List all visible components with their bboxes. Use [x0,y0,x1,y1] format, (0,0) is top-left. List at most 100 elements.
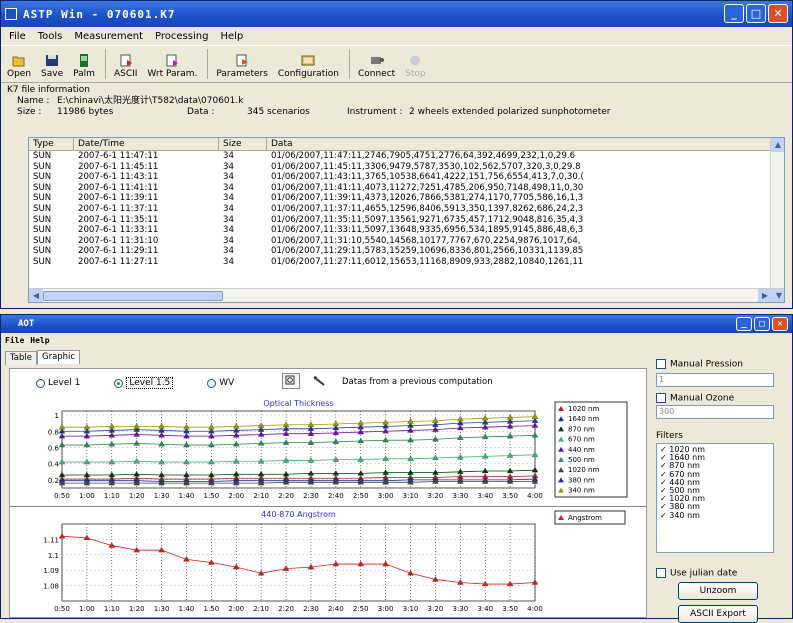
table-row[interactable]: SUN 2007-6-1 11:35:11 34 01/06/2007,11:35:1… [29,215,784,226]
table-row[interactable]: SUN 2007-6-1 11:47:11 34 01/06/2007,11:47:1… [29,151,784,162]
x-tick-label: 2:10 [253,605,269,613]
main-title-bar[interactable]: ASTP Win - 070601.K7 _ □ ✕ [1,1,792,27]
table-cell: 01/06/2007,11:37:11,4655,12596,8406,5913… [271,203,584,214]
table-row[interactable]: SUN 2007-6-1 11:31:10 34 01/06/2007,11:31:1… [29,236,784,247]
unzoom-button[interactable]: Unzoom [678,581,758,600]
chart-title: Optical Thickness [263,399,333,408]
table-cell: 2007-6-1 11:31:10 [78,235,159,246]
aot-maximize-button[interactable]: □ [754,317,770,331]
scroll-down-arrow-icon[interactable]: ▼ [772,289,784,302]
parameters-icon [236,54,249,67]
column-type[interactable]: Type [29,138,74,150]
close-button[interactable]: ✕ [768,4,788,23]
table-vertical-scrollbar[interactable]: ▲ [770,138,784,288]
table-row[interactable]: SUN 2007-6-1 11:41:11 34 01/06/2007,11:41:1… [29,183,784,194]
manual-ozone-label: Manual Ozone [670,393,735,403]
table-cell: 2007-6-1 11:29:11 [78,246,159,257]
table-cell: 34 [223,235,234,246]
table-cell: SUN [33,225,52,236]
y-tick-label: 1.11 [43,536,59,544]
ozone-input[interactable]: 300 [656,405,774,419]
x-tick-label: 1:40 [179,492,195,500]
table-row[interactable]: SUN 2007-6-1 11:45:11 34 01/06/2007,11:45:1… [29,162,784,173]
aot-minimize-button[interactable]: _ [736,317,752,331]
table-cell: SUN [33,203,52,214]
load-previous-button[interactable] [311,373,329,389]
menu-measurement[interactable]: Measurement [74,31,143,42]
parameters-button[interactable]: Parameters [216,54,268,79]
tab-table[interactable]: Table [5,351,37,365]
table-cell: 2007-6-1 11:27:11 [78,256,159,267]
manual-pression-checkbox[interactable] [656,359,666,369]
filters-list[interactable]: ✓ 1020 nm ✓ 1640 nm ✓ 870 nm ✓ 670 nm ✓ 440 … [656,443,774,553]
scroll-thumb[interactable] [43,291,223,301]
y-tick-label: 1 [55,412,59,420]
x-tick-label: 2:30 [303,492,319,500]
table-row[interactable]: SUN 2007-6-1 11:27:11 34 01/06/2007,11:27:1… [29,257,784,268]
radio-wv[interactable]: WV [207,378,234,388]
x-tick-label: 1:00 [79,492,95,500]
julian-date-label: Use julian date [670,568,738,579]
stop-button[interactable]: Stop [405,54,426,79]
instrument-value: 2 wheels extended polarized sunphotomete… [409,107,611,117]
scroll-right-arrow-icon[interactable]: ▶ [758,289,772,302]
menu-tools[interactable]: Tools [38,31,63,42]
x-tick-label: 1:00 [79,605,95,613]
column-data[interactable]: Data [267,138,767,150]
table-cell: 01/06/2007,11:39:11,4373,12026,7866,5381… [271,193,584,204]
column-size[interactable]: Size [219,138,267,150]
table-row[interactable]: SUN 2007-6-1 11:33:11 34 01/06/2007,11:33:1… [29,225,784,236]
minimize-button[interactable]: _ [724,4,744,23]
zoom-button[interactable] [282,373,300,389]
x-tick-label: 1:50 [204,605,220,613]
table-horizontal-scrollbar[interactable]: ◀ ▶ ▼ [29,288,784,302]
save-button[interactable]: Save [41,54,63,79]
menu-help[interactable]: Help [220,31,243,42]
write-params-button[interactable]: Wrt Param. [147,54,197,79]
aot-window: AOT _ □ ✕ File Help Table Graphic Level … [0,314,793,623]
window-title: ASTP Win - 070601.K7 [23,7,176,21]
x-tick-label: 1:10 [104,605,120,613]
connect-button[interactable]: Connect [358,54,395,79]
folder-open-icon [12,56,25,67]
ascii-export-button[interactable]: ASCII Export [678,604,758,623]
aot-menu-help[interactable]: Help [30,336,49,349]
open-button[interactable]: Open [7,54,31,79]
table-cell: 34 [223,193,234,204]
column-datetime[interactable]: Date/Time [74,138,219,150]
file-info-heading: K7 file information [7,85,90,95]
aot-close-button[interactable]: ✕ [772,317,788,331]
manual-ozone-checkbox[interactable] [656,392,666,403]
y-tick-label: 1.1 [48,552,59,560]
menu-processing[interactable]: Processing [155,31,208,42]
scroll-left-arrow-icon[interactable]: ◀ [29,289,43,302]
y-tick-label: 0.8 [48,428,59,436]
table-row[interactable]: SUN 2007-6-1 11:29:11 34 01/06/2007,11:29:1… [29,246,784,257]
table-cell: SUN [33,182,52,193]
x-tick-label: 3:00 [378,605,394,613]
ascii-button[interactable]: ASCII [114,54,137,79]
table-row[interactable]: SUN 2007-6-1 11:39:11 34 01/06/2007,11:39:1… [29,193,784,204]
x-tick-label: 3:10 [403,605,419,613]
aot-title-bar[interactable]: AOT _ □ ✕ [1,315,792,333]
x-tick-label: 2:20 [278,605,294,613]
palm-button[interactable]: Palm [73,54,95,79]
tab-graphic[interactable]: Graphic [36,350,81,364]
table-row[interactable]: SUN 2007-6-1 11:37:11 34 01/06/2007,11:37:1… [29,204,784,215]
table-body: SUN 2007-6-1 11:47:11 34 01/06/2007,11:47:1… [29,151,784,268]
table-row[interactable]: SUN 2007-6-1 11:43:11 34 01/06/2007,11:43:1… [29,172,784,183]
filter-item[interactable]: ✓ 340 nm [660,511,773,520]
maximize-button[interactable]: □ [746,4,766,23]
aot-menu-file[interactable]: File [5,336,24,349]
pression-input[interactable]: 1 [656,372,774,387]
radio-level-1-5[interactable]: Level 1.5 [114,377,174,389]
menu-file[interactable]: File [9,31,26,42]
julian-date-checkbox[interactable] [656,568,666,578]
side-panel: Manual Pression 1 Manual Ozone 300 Filte… [656,359,774,623]
configuration-button[interactable]: Configuration [278,54,339,79]
scroll-up-arrow-icon[interactable]: ▲ [771,138,784,152]
radio-level-1[interactable]: Level 1 [36,378,80,388]
x-tick-label: 3:30 [452,605,468,613]
y-tick-label: 1.09 [43,567,59,575]
y-tick-label: 1.08 [43,583,59,591]
